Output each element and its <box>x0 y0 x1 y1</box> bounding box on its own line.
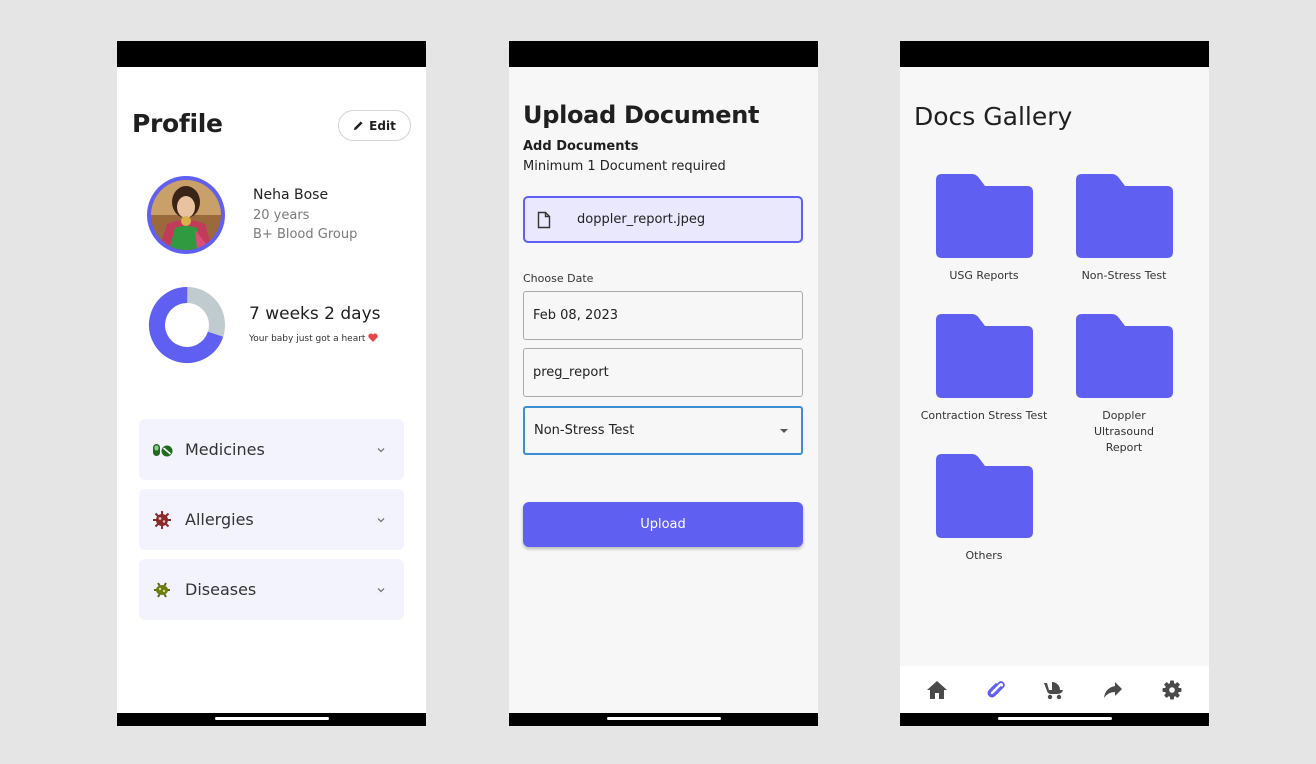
date-field[interactable]: Feb 08, 2023 <box>523 291 803 340</box>
accordion-diseases[interactable]: Diseases <box>139 559 404 620</box>
document-name-value: preg_report <box>533 365 609 380</box>
user-age: 20 years <box>253 208 310 223</box>
date-label: Choose Date <box>523 272 594 285</box>
folder-doppler-ultrasound-report[interactable]: Doppler Ultrasound Report <box>1054 314 1194 456</box>
home-indicator[interactable] <box>214 717 329 720</box>
paperclip-icon[interactable] <box>982 676 1010 704</box>
file-name: doppler_report.jpeg <box>577 212 706 227</box>
section-subtitle: Add Documents <box>523 139 639 154</box>
file-icon <box>537 211 551 228</box>
baby-message-text: Your baby just got a heart <box>249 334 366 344</box>
folder-label: Contraction Stress Test <box>920 409 1048 422</box>
pills-icon <box>152 440 178 460</box>
chevron-down-icon <box>377 447 385 452</box>
pencil-icon <box>354 121 363 131</box>
page-title: Upload Document <box>523 101 760 129</box>
requirement-text: Minimum 1 Document required <box>523 159 726 174</box>
status-bar <box>117 41 426 67</box>
document-name-field[interactable]: preg_report <box>523 348 803 397</box>
upload-button[interactable]: Upload <box>523 502 803 547</box>
user-blood-group: B+ Blood Group <box>253 227 358 242</box>
baby-message: Your baby just got a heart <box>249 333 379 344</box>
bacteria-icon <box>152 580 178 600</box>
category-value: Non-Stress Test <box>534 423 635 438</box>
folder-label: Doppler Ultrasound Report <box>1093 409 1155 454</box>
home-icon[interactable] <box>923 676 951 704</box>
folder-label: Non-Stress Test <box>1081 269 1167 282</box>
category-select[interactable]: Non-Stress Test <box>523 406 803 455</box>
folder-icon <box>935 314 1033 398</box>
folder-icon <box>935 174 1033 258</box>
accordion-medicines[interactable]: Medicines <box>139 419 404 480</box>
system-nav-bar <box>509 713 818 726</box>
folder-contraction-stress-test[interactable]: Contraction Stress Test <box>914 314 1054 424</box>
gallery-screen: Docs Gallery USG Reports Non-Stress Test… <box>900 41 1209 726</box>
pregnancy-progress-ring <box>149 287 225 363</box>
avatar-photo <box>151 180 221 250</box>
gear-icon[interactable] <box>1158 676 1186 704</box>
dropdown-arrow-icon <box>780 428 788 433</box>
pregnancy-duration: 7 weeks 2 days <box>249 304 381 324</box>
heart-icon <box>368 333 379 342</box>
share-icon[interactable] <box>1099 676 1127 704</box>
folder-icon <box>1075 314 1173 398</box>
virus-icon <box>152 510 178 530</box>
upload-button-label: Upload <box>640 517 686 532</box>
page-title: Docs Gallery <box>914 102 1073 131</box>
system-nav-bar <box>117 713 426 726</box>
accordion-label: Medicines <box>185 440 265 459</box>
upload-screen: Upload Document Add Documents Minimum 1 … <box>509 41 818 726</box>
user-name: Neha Bose <box>253 187 329 203</box>
date-value: Feb 08, 2023 <box>533 308 619 323</box>
page-title: Profile <box>132 109 223 138</box>
edit-button[interactable]: Edit <box>338 110 411 141</box>
baby-carriage-icon[interactable] <box>1040 676 1068 704</box>
folder-label: USG Reports <box>949 269 1019 282</box>
profile-screen: Profile Edit Neha Bose 20 years B+ Blood… <box>117 41 426 726</box>
folder-usg-reports[interactable]: USG Reports <box>914 174 1054 284</box>
accordion-allergies[interactable]: Allergies <box>139 489 404 550</box>
home-indicator[interactable] <box>997 717 1112 720</box>
accordion-label: Diseases <box>185 580 257 599</box>
system-nav-bar <box>900 713 1209 726</box>
folder-non-stress-test[interactable]: Non-Stress Test <box>1054 174 1194 284</box>
edit-label: Edit <box>369 118 396 133</box>
folder-icon <box>1075 174 1173 258</box>
status-bar <box>900 41 1209 67</box>
file-picker[interactable]: doppler_report.jpeg <box>523 196 803 243</box>
chevron-down-icon <box>377 587 385 592</box>
chevron-down-icon <box>377 517 385 522</box>
accordion-label: Allergies <box>185 510 254 529</box>
avatar <box>147 176 225 254</box>
status-bar <box>509 41 818 67</box>
folder-icon <box>935 454 1033 538</box>
home-indicator[interactable] <box>606 717 721 720</box>
bottom-navigation <box>900 666 1209 713</box>
folder-others[interactable]: Others <box>914 454 1054 564</box>
folder-label: Others <box>965 549 1003 562</box>
